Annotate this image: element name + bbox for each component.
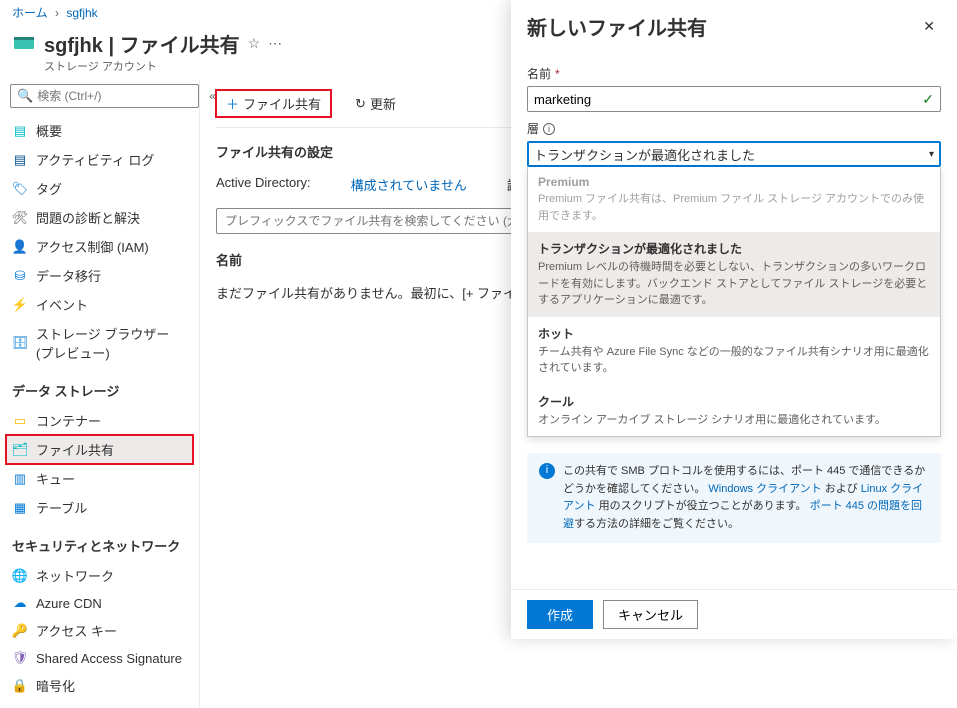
nav-access-keys[interactable]: 🔑アクセス キー [6,616,193,645]
left-nav: 🔍 « ▤概要 ▤アクティビティ ログ 🏷タグ 🛠問題の診断と解決 👤アクセス制… [0,80,200,708]
nav-events[interactable]: ⚡イベント [6,290,193,319]
nav-overview[interactable]: ▤概要 [6,116,193,145]
file-share-icon: 🗂 [12,442,28,458]
info-icon[interactable]: i [543,123,555,135]
plus-icon: ＋ [226,94,239,113]
iam-icon: 👤 [12,239,28,255]
key-icon: 🔑 [12,623,28,639]
name-input-wrapper[interactable]: ✓ [527,86,941,112]
sas-icon: 🛡 [12,650,28,666]
pin-icon[interactable]: ☆ [248,35,261,52]
table-icon: ▦ [12,500,28,516]
nav-heading-data-storage: データ ストレージ [6,367,193,406]
activity-log-icon: ▤ [12,152,28,168]
panel-close-icon[interactable]: ✕ [917,16,941,37]
events-icon: ⚡ [12,297,28,313]
check-icon: ✓ [922,91,934,108]
nav-queues[interactable]: ▥キュー [6,464,193,493]
diagnose-icon: 🛠 [12,210,28,226]
search-icon: 🔍 [17,88,33,104]
storage-browser-icon: 🗄 [12,335,28,351]
tier-option-hot[interactable]: ホット チーム共有や Azure File Sync などの一般的なファイル共有… [528,317,940,385]
nav-tables[interactable]: ▦テーブル [6,493,193,522]
tier-option-transaction-optimized[interactable]: トランザクションが最適化されました Premium レベルの待機時間を必要としな… [528,232,940,317]
tier-option-cool[interactable]: クール オンライン アーカイブ ストレージ シナリオ用に最適化されています。 [528,385,940,437]
page-subtitle: ストレージ アカウント [44,58,282,74]
nav-storage-browser[interactable]: 🗄ストレージ ブラウザー (プレビュー) [6,319,193,367]
page-title: sgfjhk | ファイル共有 [44,29,240,58]
network-icon: 🌐 [12,568,28,584]
windows-client-link[interactable]: Windows クライアント [708,483,821,495]
tier-selected-value: トランザクションが最適化されました [534,145,755,164]
nav-file-shares[interactable]: 🗂ファイル共有 [6,435,193,464]
nav-networking[interactable]: 🌐ネットワーク [6,561,193,590]
nav-azure-cdn[interactable]: ☁Azure CDN [6,590,193,616]
new-file-share-panel: 新しいファイル共有 ✕ 名前* ✓ 層i トランザクションが最適化されました ▾… [511,0,957,639]
info-circle-icon: i [539,463,555,479]
ad-value-link[interactable]: 構成されていません [351,175,467,194]
refresh-button[interactable]: ↻更新 [345,90,406,117]
nav-sas[interactable]: 🛡Shared Access Signature [6,645,193,671]
port-445-info: i この共有で SMB プロトコルを使用するには、ポート 445 で通信できるか… [527,453,941,543]
nav-diagnose[interactable]: 🛠問題の診断と解決 [6,203,193,232]
chevron-right-icon: › [55,6,59,20]
nav-tags[interactable]: 🏷タグ [6,174,193,203]
ad-label: Active Directory: [216,175,311,194]
nav-iam[interactable]: 👤アクセス制御 (IAM) [6,232,193,261]
breadcrumb-current[interactable]: sgfjhk [66,6,97,20]
nav-encryption[interactable]: 🔒暗号化 [6,671,193,700]
cdn-icon: ☁ [12,595,28,611]
panel-title: 新しいファイル共有 [527,12,707,41]
cancel-button[interactable]: キャンセル [603,600,698,629]
refresh-icon: ↻ [355,96,366,112]
tier-option-premium: Premium Premium ファイル共有は、Premium ファイル ストレ… [528,167,940,232]
data-migration-icon: ⛁ [12,268,28,284]
container-icon: ▭ [12,413,28,429]
add-file-share-button[interactable]: ＋ファイル共有 [216,90,331,117]
tier-dropdown: Premium Premium ファイル共有は、Premium ファイル ストレ… [527,167,941,437]
more-icon[interactable]: ⋯ [268,35,282,52]
tier-field-label: 層i [527,120,941,137]
search-input[interactable] [37,89,192,103]
nav-data-migration[interactable]: ⛁データ移行 [6,261,193,290]
queue-icon: ▥ [12,471,28,487]
nav-containers[interactable]: ▭コンテナー [6,406,193,435]
overview-icon: ▤ [12,123,28,139]
create-button[interactable]: 作成 [527,600,593,629]
name-field-label: 名前* [527,65,941,82]
nav-heading-security: セキュリティとネットワーク [6,522,193,561]
panel-footer: 作成 キャンセル [511,589,957,639]
chevron-down-icon: ▾ [929,149,934,160]
tier-select[interactable]: トランザクションが最適化されました ▾ [527,141,941,167]
breadcrumb-home[interactable]: ホーム [12,6,48,20]
tag-icon: 🏷 [12,181,28,197]
name-input[interactable] [534,92,922,107]
storage-account-icon [10,29,38,57]
encryption-icon: 🔒 [12,678,28,694]
nav-search[interactable]: 🔍 [10,84,199,108]
nav-activity-log[interactable]: ▤アクティビティ ログ [6,145,193,174]
